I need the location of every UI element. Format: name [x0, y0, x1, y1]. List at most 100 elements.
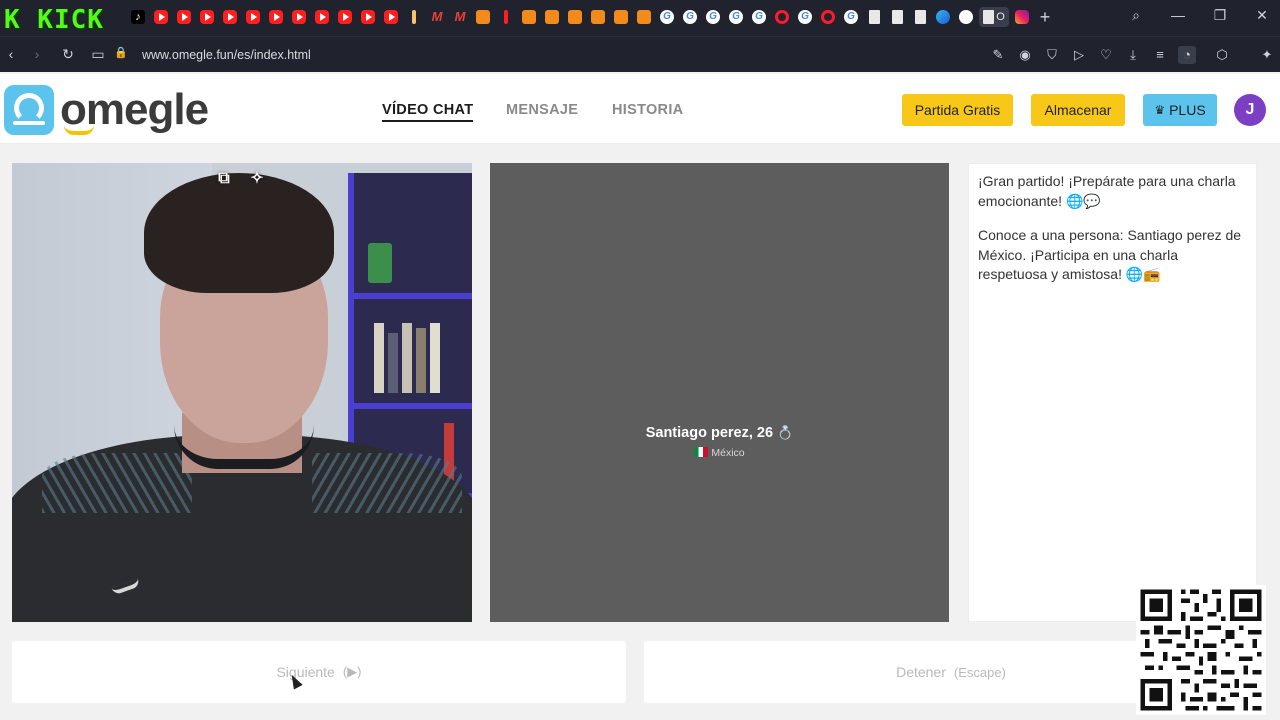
tab-opera[interactable]	[818, 7, 838, 27]
next-shortcut-hint: (▶)	[342, 664, 362, 679]
popout-icon[interactable]: ⧉	[212, 167, 236, 191]
tab-youtube[interactable]	[243, 7, 263, 27]
play-icon[interactable]: ▷	[1070, 46, 1088, 64]
plus-label: PLUS	[1169, 102, 1206, 118]
chat-message: Conoce a una persona: Santiago perez de …	[978, 227, 1242, 282]
minimize-icon[interactable]: —	[1170, 7, 1186, 24]
youtube-icon	[315, 10, 329, 24]
video-shirt-stripes	[312, 453, 462, 513]
tab-tiktok[interactable]: ♪	[128, 7, 148, 27]
search-tabs-icon[interactable]: ⌕	[1128, 7, 1144, 24]
new-tab-icon[interactable]: +	[1035, 7, 1055, 28]
tab-group-marker[interactable]	[496, 7, 516, 27]
tab-youtube[interactable]	[358, 7, 378, 27]
tab-youtube[interactable]	[289, 7, 309, 27]
instagram-icon	[1015, 10, 1029, 24]
tab-app[interactable]	[565, 7, 585, 27]
tab-app[interactable]	[956, 7, 976, 27]
profile-icon[interactable]: ◔	[1178, 46, 1196, 64]
youtube-icon	[292, 10, 306, 24]
tab-group-bar-icon	[504, 10, 508, 24]
stop-shortcut-hint: (Escape)	[953, 664, 1006, 680]
shelf-row	[354, 403, 472, 409]
heart-icon[interactable]: ♡	[1097, 46, 1115, 64]
app-icon	[614, 10, 628, 24]
plus-button[interactable]: ♛ PLUS	[1143, 94, 1217, 126]
tab-app[interactable]	[611, 7, 631, 27]
qr-code	[1136, 585, 1266, 715]
tab-group-marker[interactable]	[404, 7, 424, 27]
nav-history[interactable]: HISTORIA	[612, 102, 683, 118]
nav-message[interactable]: MENSAJE	[506, 102, 578, 118]
document-icon	[914, 10, 926, 24]
tab-app[interactable]	[634, 7, 654, 27]
address-bar[interactable]: www.omegle.fun/es/index.html	[142, 48, 311, 62]
tab-gmail[interactable]: M	[450, 7, 470, 27]
tab-document[interactable]	[910, 7, 930, 27]
tab-youtube[interactable]	[381, 7, 401, 27]
tab-google[interactable]: G	[795, 7, 815, 27]
tab-instagram[interactable]	[1012, 7, 1032, 27]
tab-app[interactable]	[542, 7, 562, 27]
active-tab-label: O	[996, 11, 1005, 23]
free-match-button[interactable]: Partida Gratis	[902, 94, 1013, 126]
app-icon	[476, 10, 490, 24]
document-icon	[868, 10, 880, 24]
restore-icon[interactable]: ❐	[1212, 7, 1228, 24]
app-icon	[522, 10, 536, 24]
ai-sidebar-icon[interactable]: ✦	[1254, 46, 1280, 64]
download-icon[interactable]: ⤓	[1124, 46, 1142, 64]
nav-video-chat[interactable]: VÍDEO CHAT	[382, 102, 474, 122]
tab-google[interactable]: G	[680, 7, 700, 27]
effects-sparkle-icon[interactable]: ✧	[245, 167, 269, 191]
app-icon	[637, 10, 651, 24]
tab-youtube[interactable]	[312, 7, 332, 27]
tab-document[interactable]	[887, 7, 907, 27]
edit-icon[interactable]: ✎	[989, 46, 1007, 64]
reload-icon[interactable]: ↻	[59, 46, 77, 63]
tab-google[interactable]: G	[657, 7, 677, 27]
extension-cube-icon[interactable]: ⬡	[1213, 46, 1231, 64]
forward-icon[interactable]: ›	[28, 46, 46, 62]
back-icon[interactable]: ‹	[2, 46, 20, 62]
tab-google[interactable]: G	[726, 7, 746, 27]
tab-google[interactable]: G	[749, 7, 769, 27]
store-button[interactable]: Almacenar	[1031, 94, 1125, 126]
youtube-icon	[361, 10, 375, 24]
app-icon	[545, 10, 559, 24]
tab-document[interactable]	[864, 7, 884, 27]
tab-youtube[interactable]	[174, 7, 194, 27]
shelf-row	[354, 293, 472, 299]
tab-app[interactable]	[588, 7, 608, 27]
snapshot-icon[interactable]: ▭	[89, 46, 107, 63]
shield-icon[interactable]: ⛉	[1043, 46, 1061, 64]
next-label: Siguiente	[276, 664, 335, 680]
window-controls: ⌕ — ❐ ✕	[1128, 7, 1270, 24]
google-icon: G	[706, 10, 720, 24]
next-button[interactable]: Siguiente (▶)	[12, 641, 626, 703]
video-plant	[368, 243, 392, 283]
avatar[interactable]: J	[1234, 94, 1266, 126]
menu-icon[interactable]: ≡	[1151, 46, 1169, 64]
omegle-logo-icon[interactable]	[4, 85, 54, 135]
tab-gmail[interactable]: M	[427, 7, 447, 27]
tab-youtube[interactable]	[197, 7, 217, 27]
camera-icon[interactable]: ◉	[1016, 46, 1034, 64]
tab-youtube[interactable]	[335, 7, 355, 27]
tab-edge[interactable]	[933, 7, 953, 27]
tab-youtube[interactable]	[220, 7, 240, 27]
tab-opera[interactable]	[772, 7, 792, 27]
chat-message: ¡Gran partido! ¡Prepárate para una charl…	[978, 173, 1236, 209]
tab-google[interactable]: G	[841, 7, 861, 27]
tab-youtube[interactable]	[266, 7, 286, 27]
tab-active[interactable]: O	[979, 7, 1009, 27]
google-icon: G	[798, 10, 812, 24]
app-icon	[568, 10, 582, 24]
tab-app[interactable]	[473, 7, 493, 27]
tab-group-bar-icon	[412, 10, 416, 24]
tab-google[interactable]: G	[703, 7, 723, 27]
close-icon[interactable]: ✕	[1254, 7, 1270, 24]
tab-youtube[interactable]	[151, 7, 171, 27]
tab-app[interactable]	[519, 7, 539, 27]
self-camera-video: ⧉ ✧	[12, 163, 472, 622]
